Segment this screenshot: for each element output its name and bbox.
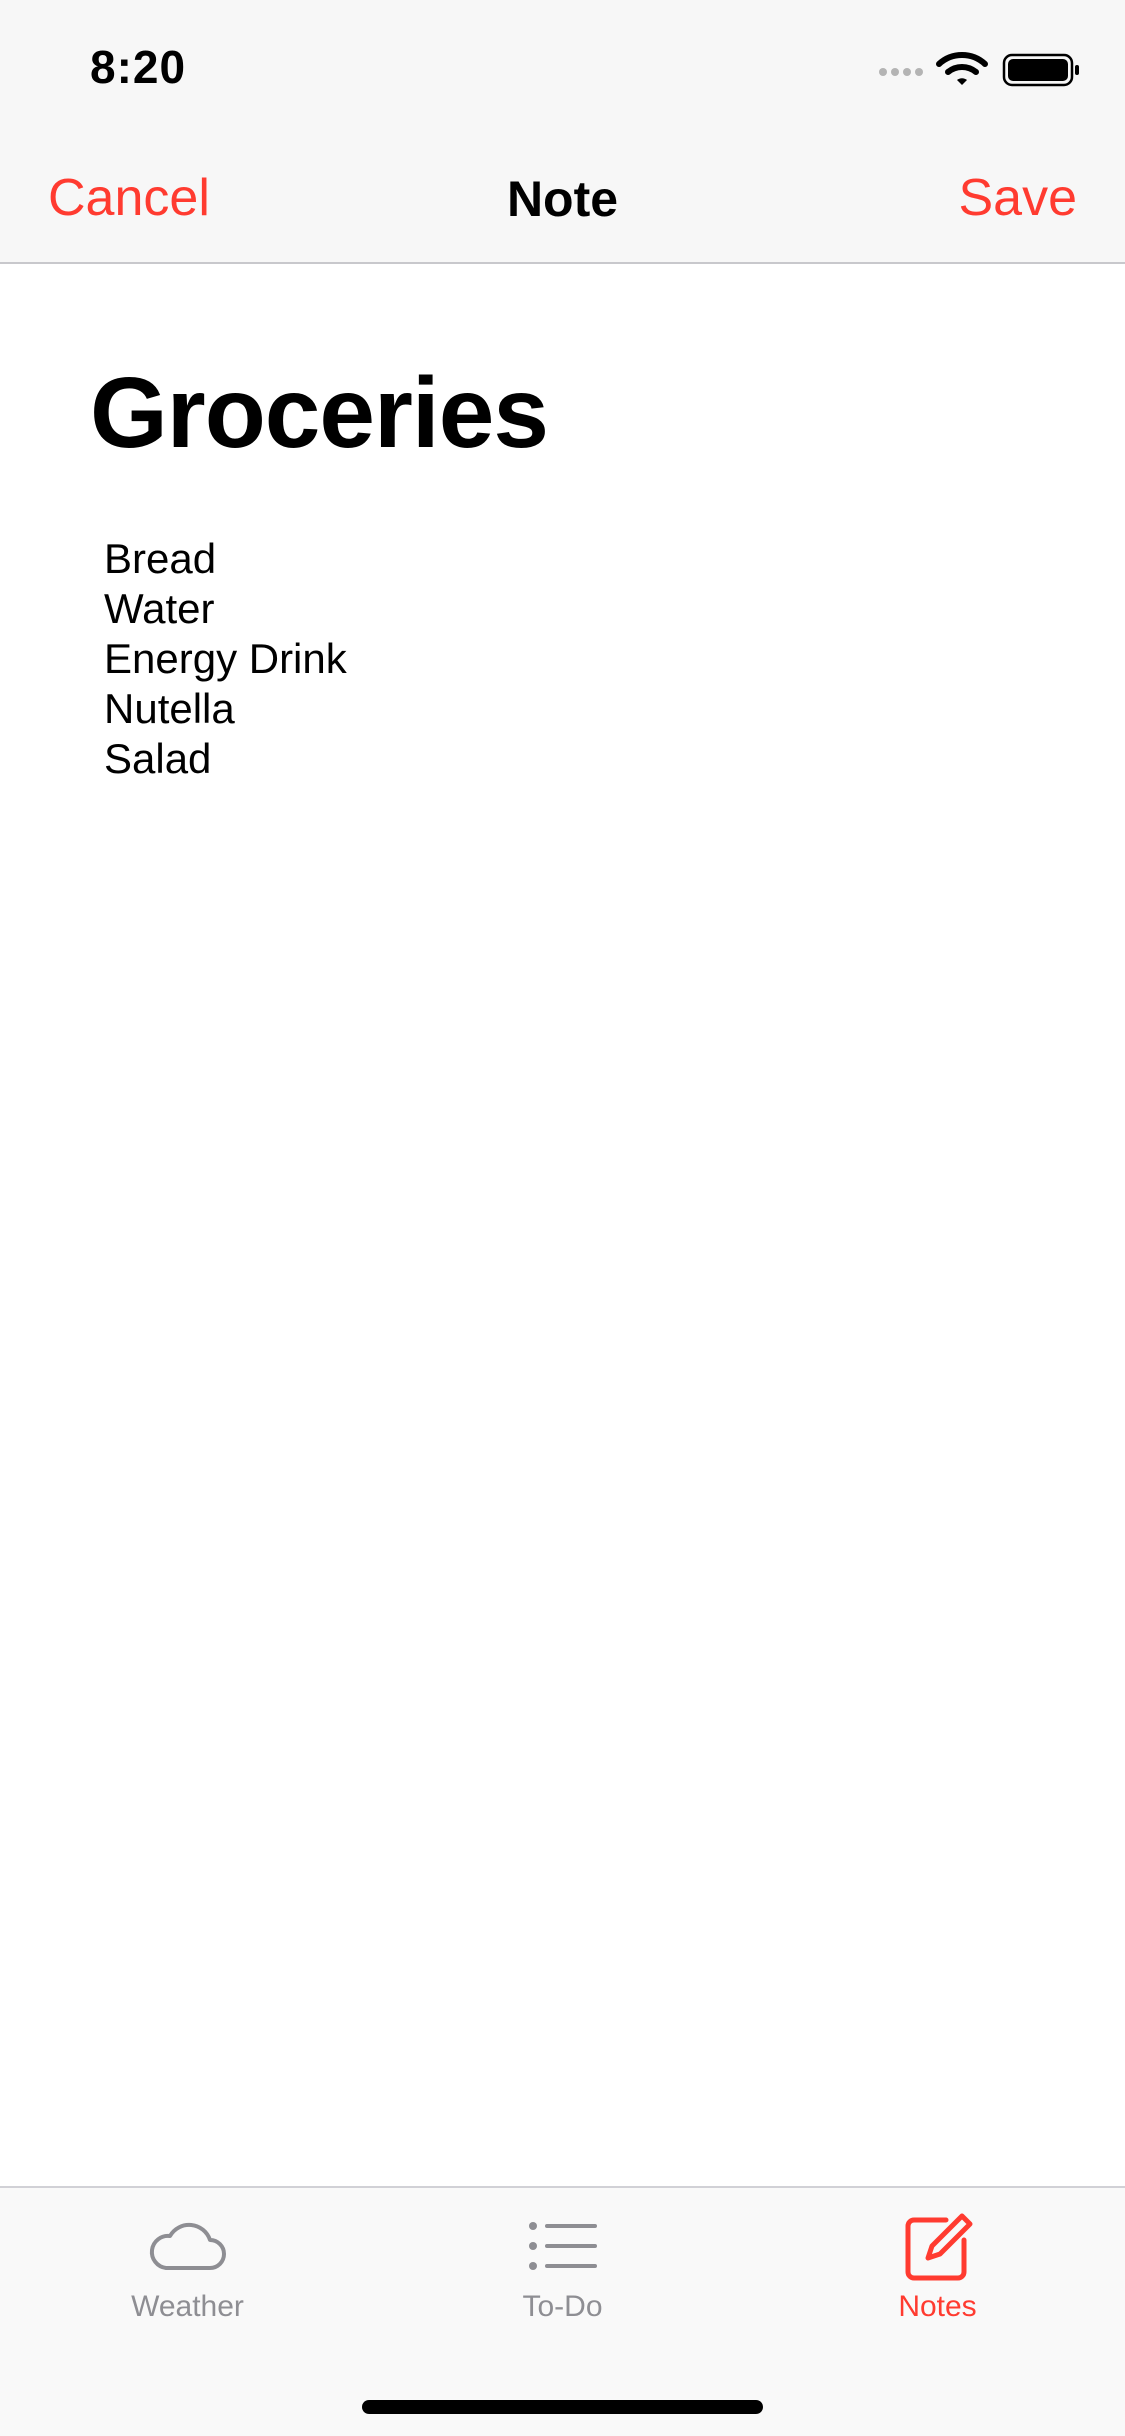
compose-icon [902, 2210, 974, 2282]
note-title[interactable]: Groceries [90, 356, 549, 471]
tab-bar: Weather To-Do Notes [0, 2186, 1125, 2436]
save-button[interactable]: Save [958, 168, 1077, 228]
status-bar: 8:20 [0, 0, 1125, 132]
tab-weather[interactable]: Weather [0, 2188, 375, 2348]
status-icons [875, 50, 1085, 90]
battery-icon [1002, 53, 1079, 87]
list-icon [527, 2210, 599, 2282]
tab-notes[interactable]: Notes [750, 2188, 1125, 2348]
home-indicator[interactable] [362, 2400, 763, 2414]
tab-notes-label: Notes [898, 2290, 977, 2323]
status-time: 8:20 [90, 41, 187, 93]
page-title: Note [506, 171, 619, 227]
note-body-text[interactable]: Bread Water Energy Drink Nutella Salad [104, 534, 1024, 784]
tab-weather-label: Weather [131, 2290, 244, 2323]
signal-dots-icon [879, 68, 923, 76]
navigation-bar: Cancel Note Save [0, 132, 1125, 264]
cloud-icon [148, 2210, 228, 2282]
tab-todo-label: To-Do [522, 2290, 603, 2323]
tab-todo[interactable]: To-Do [375, 2188, 750, 2348]
note-editor: Groceries Bread Water Energy Drink Nutel… [0, 264, 1125, 2184]
wifi-icon [936, 52, 988, 85]
